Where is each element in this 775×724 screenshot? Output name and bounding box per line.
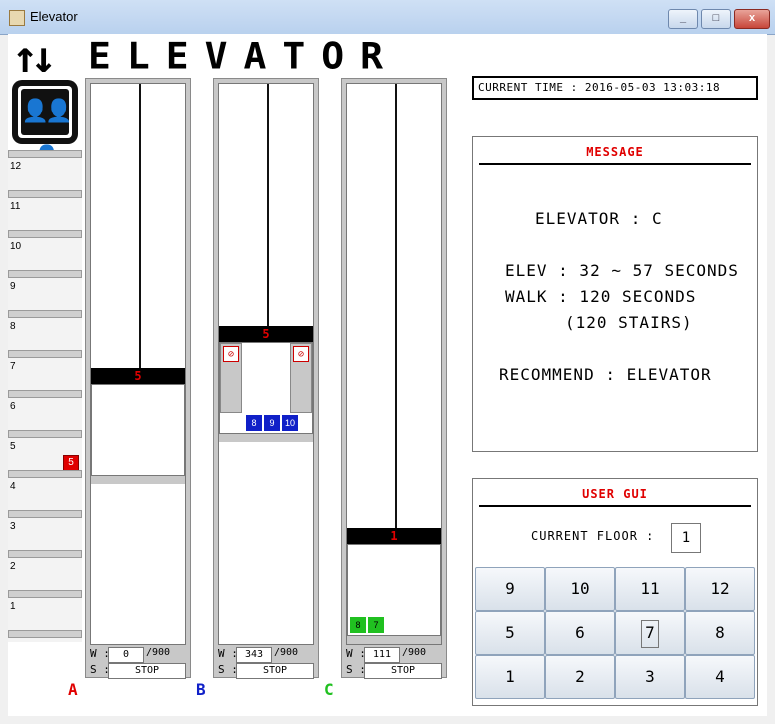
elevator-b-letter: B [196,680,206,699]
message-walk-time: WALK : 120 SECONDS [505,287,697,306]
message-panel: MESSAGE ELEVATOR : C ELEV : 32 ~ 57 SECO… [472,136,758,452]
weight-label: W : [218,647,238,660]
state-label: S : [346,663,366,676]
weight-label: W : [90,647,110,660]
weight-value: 343 [236,647,272,663]
title-bar: Elevator _ □ x [0,0,775,35]
floor-label: 8 [10,321,16,332]
keypad-button-9[interactable]: 9 [475,567,545,611]
keypad-button-8[interactable]: 8 [685,611,755,655]
keypad-button-6[interactable]: 6 [545,611,615,655]
message-title: MESSAGE [479,139,751,165]
maximize-button[interactable]: □ [701,9,731,29]
state-value: STOP [236,663,314,679]
current-time-display: CURRENT TIME : 2016-05-03 13:03:18 [472,76,758,100]
selected-key: 7 [641,619,659,648]
keypad-button-1[interactable]: 1 [475,655,545,699]
floor-display: 1 [347,528,441,544]
no-entry-icon: ⊘ [223,346,239,362]
java-app-icon [9,10,25,26]
weight-max: /900 [146,647,171,658]
right-door: ⊘ [290,343,312,413]
floor-display: 5 [219,326,313,342]
car-floor-button[interactable]: 8 [246,415,262,431]
up-down-arrows-icon: ↑↓ [12,32,57,83]
user-gui-title: USER GUI [479,481,751,507]
user-gui-panel: USER GUI CURRENT FLOOR : 1 9 10 11 12 5 … [472,478,758,706]
keypad-button-5[interactable]: 5 [475,611,545,655]
floor-label: 11 [10,201,21,212]
keypad-button-10[interactable]: 10 [545,567,615,611]
elevator-car: ⊘ ⊘ 8 9 10 [219,342,313,434]
elevator-rope [267,84,269,326]
elevator-b-shaft: 5 ⊘ ⊘ 8 9 10 W : 343 /900 S : STOP [213,78,319,679]
current-floor-label: CURRENT FLOOR : [531,529,655,543]
message-recommend: RECOMMEND : ELEVATOR [499,365,712,384]
elevator-c-shaft: 1 8 7 W : 111 /900 S : STOP [341,78,447,679]
floor-label: 2 [10,561,16,572]
minimize-button[interactable]: _ [668,9,698,29]
close-button[interactable]: x [734,9,770,29]
floor-label: 5 [10,441,16,452]
elevator-rope [395,84,397,528]
weight-max: /900 [274,647,299,658]
message-stairs: (120 STAIRS) [565,313,693,332]
keypad-button-4[interactable]: 4 [685,655,755,699]
elevator-status-panel: W : 0 /900 S : STOP [86,645,190,679]
floor-label: 7 [10,361,16,372]
car-floor-button[interactable]: 9 [264,415,280,431]
keypad-button-7[interactable]: 7 [615,611,685,655]
no-entry-icon: ⊘ [293,346,309,362]
shaft-interior: 5 ⊘ ⊘ 8 9 10 [218,83,314,645]
keypad-button-2[interactable]: 2 [545,655,615,699]
car-floor-button[interactable]: 8 [350,617,366,633]
message-elev-time: ELEV : 32 ~ 57 SECONDS [505,261,739,280]
shaft-interior: 1 8 7 [346,83,442,645]
weight-value: 0 [108,647,144,663]
keypad-button-11[interactable]: 11 [615,567,685,611]
elevator-a-shaft: 5 W : 0 /900 S : STOP [85,78,191,679]
floor-display: 5 [91,368,185,384]
elevator-status-panel: W : 343 /900 S : STOP [214,645,318,679]
elevator-status-panel: W : 111 /900 S : STOP [342,645,446,679]
floor-label: 9 [10,281,16,292]
state-label: S : [90,663,110,676]
app-title: ELEVATOR [88,35,400,77]
elevator-logo-icon: 👤👤👤 [12,80,78,170]
floor-label: 6 [10,401,16,412]
floor-call-badge[interactable]: 5 [63,455,79,471]
car-floor-button[interactable]: 7 [368,617,384,633]
elevator-c-letter: C [324,680,334,699]
floor-label: 3 [10,521,16,532]
weight-value: 111 [364,647,400,663]
state-value: STOP [108,663,186,679]
window-title: Elevator [30,9,78,24]
floor-label: 10 [10,241,22,252]
left-door: ⊘ [220,343,242,413]
car-floor-button[interactable]: 10 [282,415,298,431]
floor-label: 12 [10,161,22,172]
weight-label: W : [346,647,366,660]
message-elevator: ELEVATOR : C [535,209,663,228]
app-content: ↑↓ ELEVATOR 👤👤👤 12 11 10 9 8 7 6 5 5 4 3… [8,32,767,716]
elevator-a-letter: A [68,680,78,699]
elevator-car [91,384,185,476]
weight-max: /900 [402,647,427,658]
current-floor-value: 1 [671,523,701,553]
state-label: S : [218,663,238,676]
keypad-button-12[interactable]: 12 [685,567,755,611]
shaft-interior: 5 [90,83,186,645]
floor-label: 4 [10,481,16,492]
elevator-rope [139,84,141,368]
state-value: STOP [364,663,442,679]
elevator-car: 8 7 [347,544,441,636]
floor-label: 1 [10,601,16,612]
floor-column: 12 11 10 9 8 7 6 5 5 4 3 2 1 [8,150,82,642]
keypad-button-3[interactable]: 3 [615,655,685,699]
